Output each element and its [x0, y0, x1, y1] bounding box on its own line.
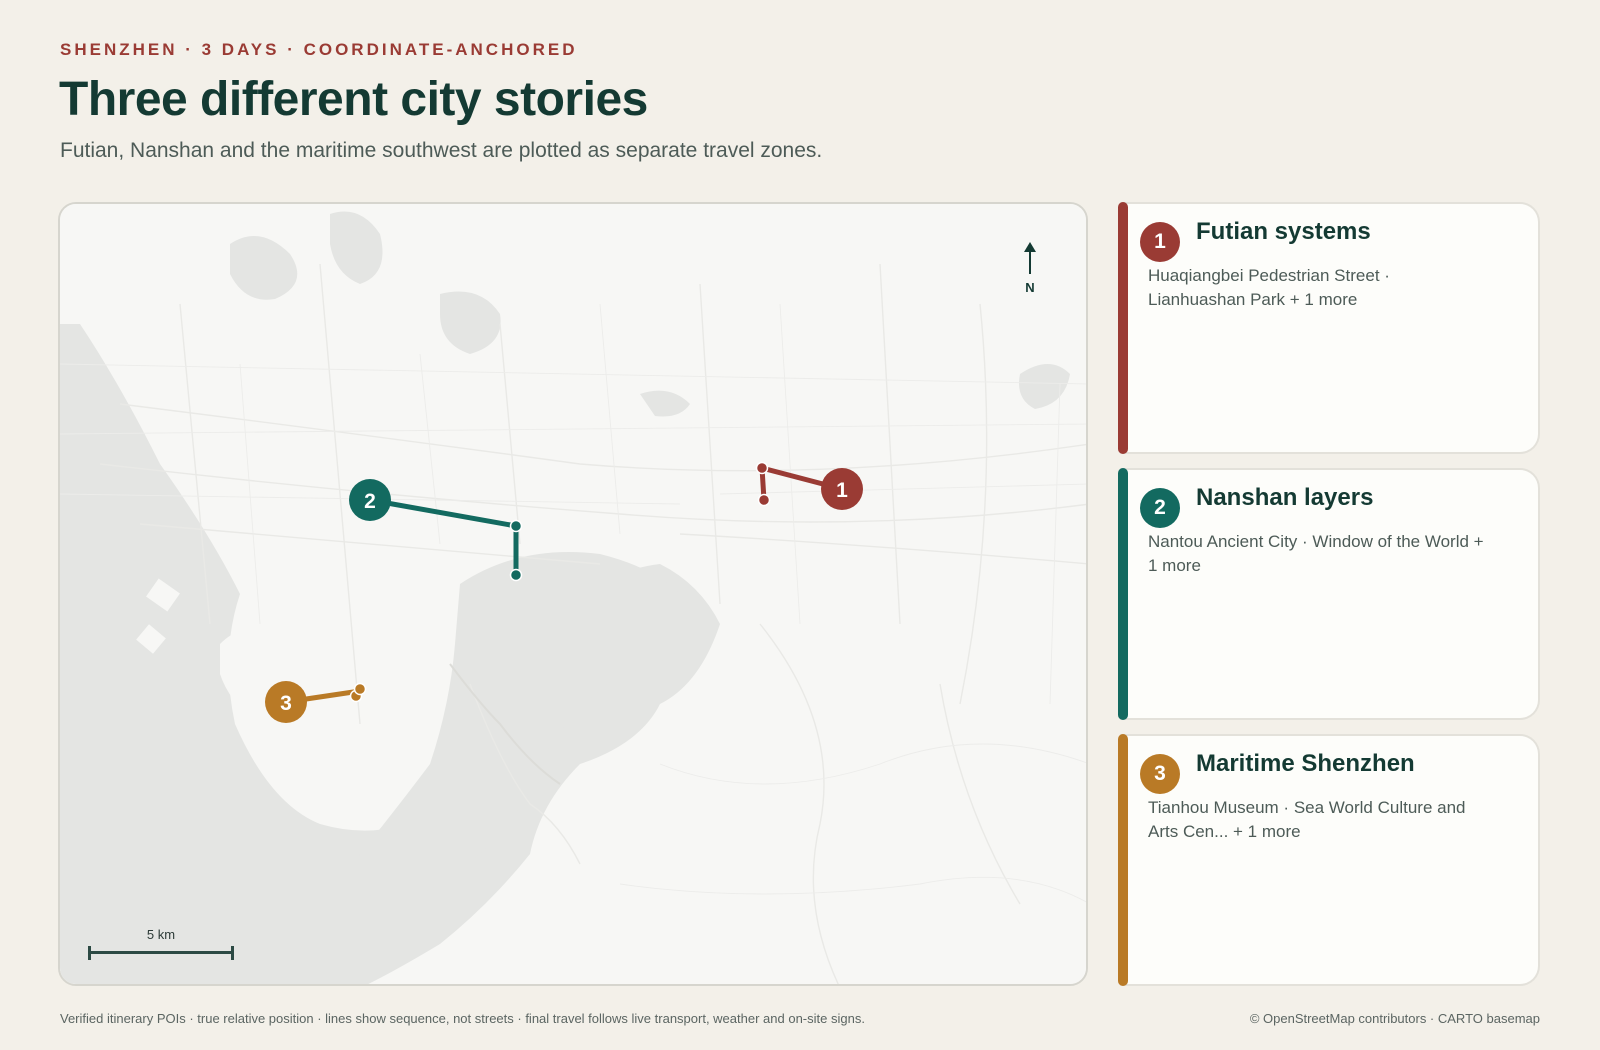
north-arrow-icon [1024, 242, 1036, 252]
eyebrow-label: SHENZHEN · 3 DAYS · COORDINATE-ANCHORED [60, 40, 578, 59]
zone-1-route: 1 [755, 461, 863, 510]
route-overlay: 1 2 3 [265, 461, 863, 723]
zone-1-marker-number: 1 [836, 479, 848, 502]
footer-note: Verified itinerary POIs · true relative … [60, 1011, 865, 1026]
scale-label: 5 km [146, 927, 176, 942]
north-label: N [1025, 280, 1035, 295]
zone-number-badge: 1 [1140, 222, 1180, 262]
map-panel[interactable]: 1 2 3 N 5 km [58, 202, 1088, 986]
zone-card-description: Huaqiangbei Pedestrian Street · Lianhuas… [1148, 266, 1390, 309]
zone-card-2[interactable]: 2 Nanshan layers Nantou Ancient City · W… [1118, 468, 1540, 720]
map-attribution: © OpenStreetMap contributors · CARTO bas… [1249, 1011, 1540, 1026]
zone-card-stripe [1118, 734, 1128, 986]
zone-number-badge: 2 [1140, 488, 1180, 528]
zone-card-title: Maritime Shenzhen [1196, 750, 1415, 777]
zone-1-stop [757, 493, 771, 507]
zone-2-stop [509, 568, 523, 582]
zone-3-marker-number: 3 [280, 692, 292, 715]
zone-card-description: Nantou Ancient City · Window of the Worl… [1148, 532, 1484, 575]
zone-card-3[interactable]: 3 Maritime Shenzhen Tianhou Museum · Sea… [1118, 734, 1540, 986]
north-arrow: N [1018, 242, 1042, 295]
zone-card-stripe [1118, 202, 1128, 454]
zone-2-marker-number: 2 [364, 490, 376, 513]
zone-card-description: Tianhou Museum · Sea World Culture and A… [1148, 798, 1466, 841]
zone-2-route: 2 [349, 479, 523, 582]
zone-card-title: Nanshan layers [1196, 484, 1374, 511]
zone-2-stop [509, 519, 523, 533]
zone-card-title: Futian systems [1196, 218, 1371, 245]
page-title: Three different city stories [59, 73, 648, 126]
zone-card-stripe [1118, 468, 1128, 720]
zone-3-stop [353, 682, 367, 696]
zone-3-route: 3 [265, 681, 367, 723]
scale-bar: 5 km [88, 927, 234, 960]
zone-number-badge: 3 [1140, 754, 1180, 794]
zone-card-1[interactable]: 1 Futian systems Huaqiangbei Pedestrian … [1118, 202, 1540, 454]
page-subtitle: Futian, Nanshan and the maritime southwe… [60, 139, 823, 162]
zone-1-stop [755, 461, 769, 475]
